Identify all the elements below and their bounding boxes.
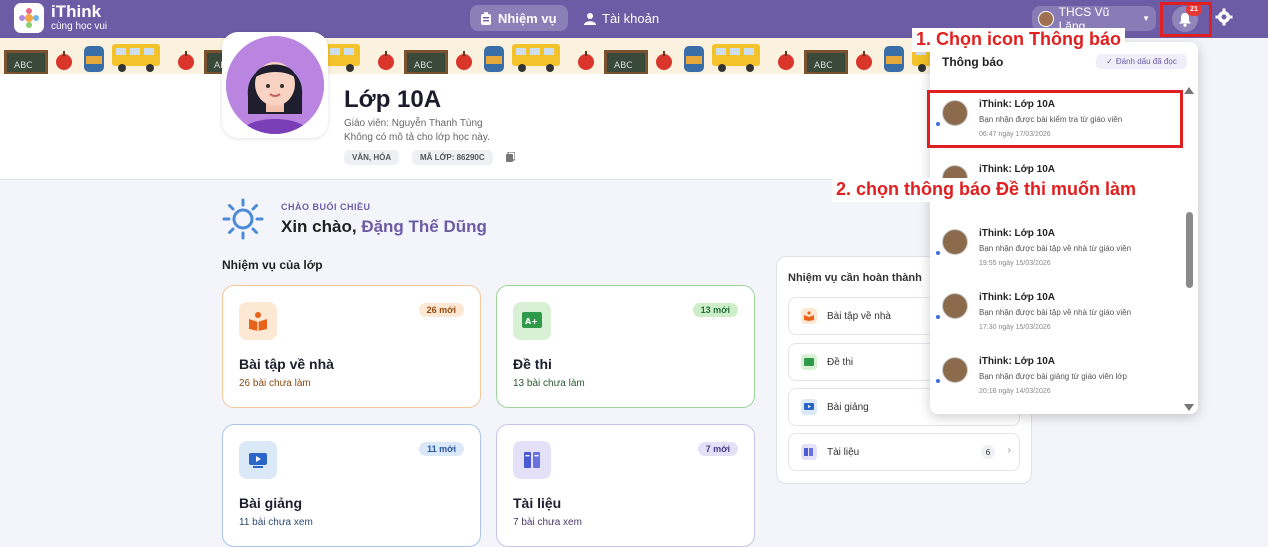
notification-body: Bạn nhận được bài tập về nhà từ giáo viê… [979, 308, 1132, 317]
notification-title: iThink: Lớp 10A [979, 356, 1056, 367]
annotation-notification-box [927, 90, 1183, 148]
brand-name: iThink [51, 2, 102, 21]
subject-chip: VĂN, HÓA [344, 150, 400, 165]
notification-title: iThink: Lớp 10A [979, 228, 1056, 239]
task-row-label: Đề thi [827, 356, 854, 368]
card-subtitle: 7 bài chưa xem [513, 517, 582, 528]
exam-grade-icon: A+ [513, 302, 551, 340]
panel-title: Nhiệm vụ cần hoàn thành [788, 272, 922, 284]
notification-title: iThink: Lớp 10A [979, 292, 1056, 303]
exam-grade-icon [801, 354, 817, 370]
new-badge: 11 mới [419, 442, 464, 456]
notification-time: 19:55 ngày 15/03/2026 [979, 260, 1051, 267]
school-avatar [1038, 10, 1054, 27]
chevron-right-icon: › [1007, 445, 1011, 456]
banner-slate-label: ABC [414, 61, 432, 71]
chevron-down-icon: ▼ [1142, 14, 1150, 23]
task-row-count: 6 [981, 445, 995, 459]
card-title: Đề thi [513, 356, 552, 372]
annotation-step-1: 1. Chọn icon Thông báo [912, 28, 1125, 52]
greeting-student-name: Đặng Thế Dũng [361, 217, 487, 236]
notification-body: Bạn nhận được bài giảng từ giáo viên lớp [979, 372, 1127, 381]
annotation-bell-box [1160, 2, 1212, 37]
double-check-icon: ✓ [1106, 57, 1113, 66]
book-reader-icon [239, 302, 277, 340]
annotation-step-2: 2. chọn thông báo Đề thi muốn làm [832, 178, 1140, 202]
tab-account[interactable]: Tài khoản [574, 5, 670, 31]
new-badge: 13 mới [692, 303, 738, 317]
task-row-label: Bài tập về nhà [827, 310, 891, 322]
banner-slate-label: ABC [614, 61, 632, 71]
notification-time: 17:30 ngày 15/03/2026 [979, 324, 1051, 331]
card-lecture[interactable]: 11 mới Bài giảng 11 bài chưa xem [222, 424, 481, 547]
card-title: Tài liệu [513, 495, 562, 511]
unread-dot [936, 251, 940, 255]
task-row-documents[interactable]: Tài liệu 6 › [788, 433, 1020, 471]
task-row-label: Tài liệu [827, 446, 860, 458]
school-avatar [942, 229, 968, 255]
notification-scrollbar[interactable] [1186, 212, 1193, 288]
notification-time: 20:18 ngày 14/03/2026 [979, 388, 1051, 395]
card-documents[interactable]: 7 mới Tài liệu 7 bài chưa xem [496, 424, 755, 547]
notification-item[interactable]: iThink: Lớp 10A Bạn nhận được bài tập về… [936, 289, 1180, 345]
sun-icon [222, 198, 264, 240]
mark-all-read-label: Đánh dấu đã đọc [1115, 57, 1177, 66]
card-title: Bài tập về nhà [239, 356, 334, 372]
unread-dot [936, 315, 940, 319]
card-subtitle: 13 bài chưa làm [513, 378, 585, 389]
brand: iThink cùng học vui [51, 3, 107, 33]
class-description: Không có mô tả cho lớp học này. [344, 132, 490, 143]
greeting-time: CHÀO BUỔI CHIỀU [281, 202, 371, 212]
greeting-hello: Xin chào, [281, 217, 357, 236]
new-badge: 26 mới [418, 303, 464, 317]
scroll-up-arrow[interactable] [1184, 87, 1194, 94]
svg-text:A+: A+ [525, 317, 538, 326]
school-avatar [942, 293, 968, 319]
scroll-down-arrow[interactable] [1184, 404, 1194, 411]
banner-slate-label: ABC [814, 61, 832, 71]
greeting: Xin chào, Đặng Thế Dũng [281, 217, 487, 237]
documents-icon [801, 444, 817, 460]
brand-tagline: cùng học vui [51, 21, 108, 32]
class-title: Lớp 10A [344, 86, 442, 113]
notification-item[interactable]: iThink: Lớp 10A Bạn nhận được bài giảng … [936, 353, 1180, 409]
class-banner: ABC ABC ABC ABC [0, 38, 930, 74]
class-teacher: Giáo viên: Nguyễn Thanh Tùng [344, 118, 483, 129]
task-row-label: Bài giảng [827, 401, 869, 413]
student-avatar [226, 36, 324, 134]
notification-panel-title: Thông báo [942, 55, 1004, 69]
mark-all-read-button[interactable]: ✓ Đánh dấu đã đọc [1096, 54, 1187, 69]
school-avatar [942, 357, 968, 383]
notification-item[interactable]: iThink: Lớp 10A Bạn nhận được bài tập về… [936, 225, 1180, 281]
tab-tasks-label: Nhiệm vụ [498, 10, 557, 26]
banner-pattern: ABC ABC ABC ABC [4, 44, 930, 74]
video-icon [239, 441, 277, 479]
card-subtitle: 11 bài chưa xem [239, 517, 313, 528]
banner-slate-label: ABC [14, 61, 32, 71]
new-badge: 7 mới [697, 442, 738, 456]
notification-body: Bạn nhận được bài tập về nhà từ giáo viê… [979, 244, 1132, 253]
section-title: Nhiệm vụ của lớp [222, 258, 323, 272]
notification-title: iThink: Lớp 10A [979, 164, 1056, 175]
documents-icon [513, 441, 551, 479]
user-icon [584, 12, 596, 25]
card-exam[interactable]: A+ 13 mới Đề thi 13 bài chưa làm [496, 285, 755, 408]
class-code-chip: MÃ LỚP: 86290C [412, 150, 493, 165]
gear-icon[interactable] [1215, 8, 1233, 26]
copy-icon[interactable] [506, 152, 515, 162]
video-icon [801, 399, 817, 415]
book-reader-icon [801, 308, 817, 324]
clipboard-icon [481, 11, 491, 25]
unread-dot [936, 379, 940, 383]
class-avatar-card [222, 32, 328, 138]
card-homework[interactable]: 26 mới Bài tập về nhà 26 bài chưa làm [222, 285, 481, 408]
card-title: Bài giảng [239, 495, 303, 511]
ithink-logo-icon[interactable] [14, 3, 44, 33]
card-subtitle: 26 bài chưa làm [239, 378, 311, 389]
tab-account-label: Tài khoản [602, 10, 660, 26]
tab-tasks[interactable]: Nhiệm vụ [470, 5, 568, 31]
